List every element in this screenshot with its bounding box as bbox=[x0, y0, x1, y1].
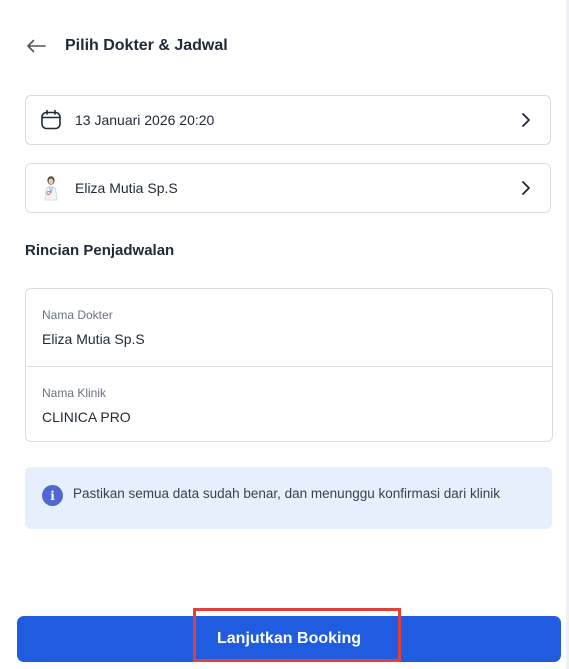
info-notice: i Pastikan semua data sudah benar, dan m… bbox=[25, 467, 552, 529]
chevron-right-icon bbox=[516, 110, 536, 130]
detail-label: Nama Klinik bbox=[42, 386, 107, 400]
doctor-name: Eliza Mutia Sp.S bbox=[75, 180, 178, 196]
calendar-icon bbox=[39, 108, 63, 132]
detail-value: CLINICA PRO bbox=[42, 409, 131, 425]
page-header: Pilih Dokter & Jadwal bbox=[24, 28, 228, 64]
schedule-datetime: 13 Januari 2026 20:20 bbox=[75, 112, 215, 128]
detail-label: Nama Dokter bbox=[42, 308, 113, 322]
page-title: Pilih Dokter & Jadwal bbox=[65, 37, 228, 54]
detail-value: Eliza Mutia Sp.S bbox=[42, 331, 145, 347]
chevron-right-icon bbox=[516, 178, 536, 198]
schedule-details: Nama Dokter Eliza Mutia Sp.S Nama Klinik… bbox=[25, 288, 553, 442]
info-text: Pastikan semua data sudah benar, dan men… bbox=[73, 486, 501, 501]
info-icon: i bbox=[42, 485, 63, 506]
continue-booking-button[interactable]: Lanjutkan Booking bbox=[17, 616, 561, 662]
doctor-avatar bbox=[39, 176, 63, 201]
section-title: Rincian Penjadwalan bbox=[25, 242, 175, 259]
doctor-selector[interactable]: Eliza Mutia Sp.S bbox=[25, 163, 551, 213]
cta-container: Lanjutkan Booking bbox=[17, 616, 561, 662]
detail-row-doctor: Nama Dokter Eliza Mutia Sp.S bbox=[26, 289, 552, 366]
detail-row-clinic: Nama Klinik CLINICA PRO bbox=[26, 366, 552, 442]
schedule-selector[interactable]: 13 Januari 2026 20:20 bbox=[25, 95, 551, 145]
back-button[interactable] bbox=[24, 34, 48, 58]
booking-page: Pilih Dokter & Jadwal 13 Januari 2026 20… bbox=[0, 0, 569, 669]
arrow-left-icon bbox=[27, 39, 46, 53]
